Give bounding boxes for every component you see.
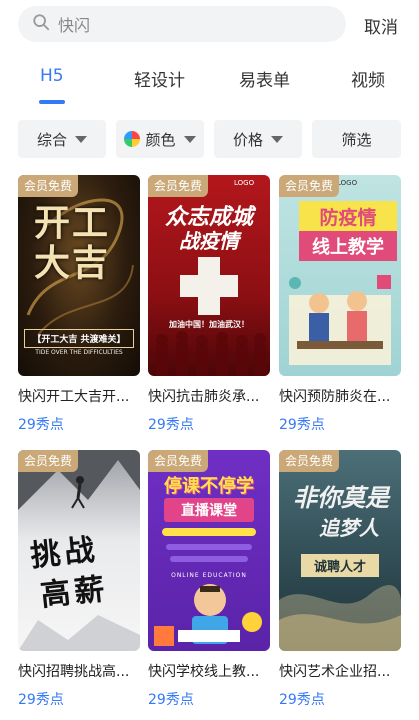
poster-subheadline: 高薪: [38, 571, 111, 614]
student-illustration: [154, 528, 262, 646]
wave-graphic: [279, 585, 401, 651]
member-free-badge: 会员免费: [18, 175, 79, 197]
poster-slogan: 加油中国！加油武汉！: [169, 320, 249, 329]
member-free-badge: 会员免费: [148, 450, 209, 472]
member-free-badge: 会员免费: [18, 450, 79, 472]
color-wheel-icon: [124, 131, 141, 147]
poster-subtitle: 【开工大吉 共渡难关】: [24, 329, 134, 348]
template-price: 29秀点: [279, 417, 325, 433]
template-thumbnail: 会员免费 非你莫是 追梦人 诚聘人才: [279, 450, 401, 651]
template-price: 29秀点: [279, 692, 325, 708]
filter-label: 综合: [36, 130, 67, 149]
template-thumbnail: 会员免费 停课不停学 直播课堂 ONLINE EDUCATION: [148, 450, 270, 651]
member-free-badge: 会员免费: [279, 175, 340, 197]
template-title: 快闪学校线上教...: [148, 664, 260, 680]
filter-label: 颜色: [145, 130, 176, 149]
template-price: 29秀点: [18, 417, 64, 433]
poster-english: TIDE OVER THE DIFFICULTIES: [35, 349, 123, 356]
search-box[interactable]: [18, 6, 346, 42]
search-input[interactable]: [58, 14, 318, 34]
filter-price[interactable]: 价格: [214, 120, 302, 158]
member-free-badge: 会员免费: [148, 175, 209, 197]
template-card[interactable]: 会员免费 LOGO 防疫情 线上教学 快闪预防肺炎在... 29秀点: [279, 175, 401, 434]
template-thumbnail: 会员免费 LOGO 众志成城 战疫情 加油中国！加油武汉！: [148, 175, 270, 376]
filter-label: 价格: [232, 130, 263, 149]
tab-light-design[interactable]: 轻设计: [134, 66, 185, 91]
template-price: 29秀点: [18, 692, 64, 708]
template-title: 快闪开工大吉开...: [18, 389, 130, 405]
template-thumbnail: 会员免费 挑战 高薪: [18, 450, 140, 651]
filter-label: 筛选: [341, 130, 372, 149]
cross-graphic: [156, 257, 266, 376]
template-card[interactable]: 会员免费 LOGO 众志成城 战疫情 加油中国！加油武汉！ 快闪抗击肺炎承...…: [148, 175, 270, 434]
tab-h5[interactable]: H5: [40, 66, 64, 86]
template-title: 快闪抗击肺炎承...: [148, 389, 260, 405]
template-thumbnail: 会员免费 LOGO 防疫情 线上教学: [279, 175, 401, 376]
search-icon: [32, 13, 50, 35]
template-card[interactable]: 会员免费 开工大吉 【开工大吉 共渡难关】 TIDE OVER THE DIFF…: [18, 175, 140, 434]
filter-bar: 综合 颜色 价格 筛选: [0, 120, 419, 160]
tab-easy-form[interactable]: 易表单: [239, 66, 290, 91]
active-tab-indicator: [39, 100, 65, 104]
template-title: 快闪预防肺炎在...: [279, 389, 391, 405]
filter-color[interactable]: 颜色: [116, 120, 204, 158]
filter-sort[interactable]: 综合: [18, 120, 106, 158]
template-title: 快闪招聘挑战高...: [18, 664, 130, 680]
template-price: 29秀点: [148, 417, 194, 433]
member-free-badge: 会员免费: [279, 450, 340, 472]
tab-video[interactable]: 视频: [351, 66, 385, 91]
classroom-illustration: [289, 275, 391, 365]
template-card[interactable]: 会员免费 非你莫是 追梦人 诚聘人才 快闪艺术企业招... 29秀点: [279, 450, 401, 709]
template-card[interactable]: 会员免费 停课不停学 直播课堂 ONLINE EDUCATION 快闪学校线上教…: [148, 450, 270, 709]
caret-down-icon: [271, 135, 283, 143]
cancel-button[interactable]: 取消: [364, 13, 398, 38]
caret-down-icon: [183, 135, 196, 143]
filter-more[interactable]: 筛选: [312, 120, 401, 158]
search-row: 取消: [0, 0, 419, 50]
template-price: 29秀点: [148, 692, 194, 708]
template-thumbnail: 会员免费 开工大吉 【开工大吉 共渡难关】 TIDE OVER THE DIFF…: [18, 175, 140, 376]
category-tabs: H5 轻设计 易表单 视频: [0, 66, 419, 106]
poster-headline: 开工大吉: [34, 202, 111, 284]
caret-down-icon: [75, 135, 87, 143]
template-title: 快闪艺术企业招...: [279, 664, 391, 680]
template-card[interactable]: 会员免费 挑战 高薪 快闪招聘挑战高... 29秀点: [18, 450, 140, 709]
